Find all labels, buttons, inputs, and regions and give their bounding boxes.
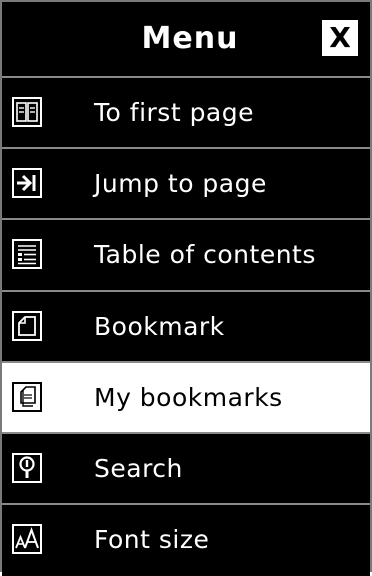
menu-item-jump-to-page[interactable]: Jump to page — [2, 149, 370, 221]
close-button[interactable]: X — [322, 20, 358, 56]
menu-item-search[interactable]: Search — [2, 433, 370, 506]
menu-header: Menu X — [2, 2, 370, 78]
menu-item-table-of-contents[interactable]: Table of contents — [2, 220, 370, 292]
menu-item-label: Table of contents — [94, 240, 316, 270]
menu-item-label: My bookmarks — [94, 382, 283, 412]
menu-item-label: Font size — [94, 525, 210, 555]
table-of-contents-icon — [12, 239, 42, 270]
reader-menu: Menu X To first page Jump to page Table … — [0, 0, 372, 576]
jump-to-page-icon — [12, 168, 42, 199]
menu-item-font-size[interactable]: Font size — [2, 505, 370, 576]
menu-item-label: To first page — [94, 98, 255, 127]
font-size-icon — [12, 524, 42, 555]
my-bookmarks-icon — [12, 381, 42, 412]
menu-item-label: Bookmark — [94, 311, 225, 341]
menu-item-label: Jump to page — [94, 169, 267, 199]
menu-item-first-page[interactable]: To first page — [2, 78, 370, 150]
menu-item-bookmark[interactable]: Bookmark — [2, 291, 370, 363]
first-page-icon — [12, 97, 42, 127]
menu-item-my-bookmarks[interactable]: My bookmarks — [2, 362, 370, 434]
menu-title: Menu — [141, 21, 239, 56]
search-icon — [12, 452, 42, 483]
menu-item-label: Search — [94, 453, 183, 483]
bookmark-icon — [12, 310, 42, 341]
